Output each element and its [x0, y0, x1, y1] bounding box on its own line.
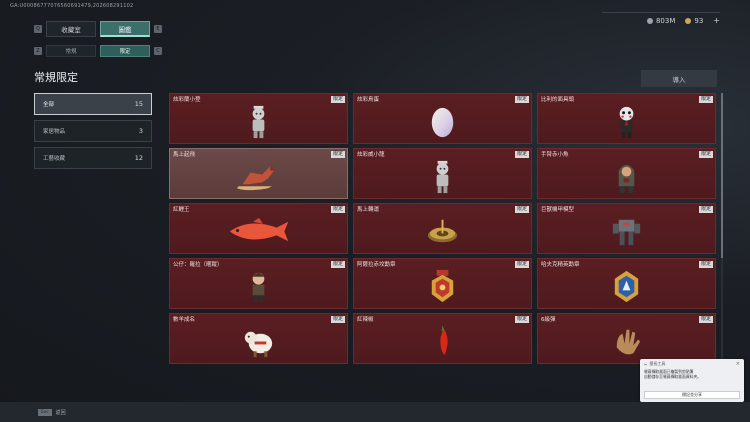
figure-icon	[170, 102, 347, 141]
subtab-limited-label: 限定	[119, 49, 131, 55]
bottom-bar: Esc 返回	[0, 402, 750, 422]
item-card[interactable]: 公仔：羅拉（暱蹤） 限定	[169, 258, 348, 309]
add-currency-button[interactable]: +	[713, 16, 720, 25]
toast-app-name: 擅長工具	[649, 361, 666, 366]
toast-close-icon[interactable]: ×	[736, 361, 740, 367]
subtab-regular-label: 常規	[65, 49, 77, 55]
category-count: 15	[134, 100, 143, 108]
category-label: 家居物品	[43, 129, 66, 135]
scrollbar-thumb[interactable]	[721, 93, 723, 258]
item-card[interactable]: 巨獸機甲模型 限定	[537, 203, 716, 254]
category-label: 工藝收藏	[43, 156, 66, 162]
item-card[interactable]: 炫彩鳥蛋 限定	[353, 93, 532, 144]
screenshot-toast: ✂ 擅長工具 × 螢幕擷取畫面已複製到剪貼簿 自動儲存至螢幕擷取畫面資料夾。 標…	[640, 359, 744, 402]
hoodie-icon	[538, 157, 715, 196]
item-card[interactable]: 炫彩蘭小登 限定	[169, 93, 348, 144]
page-title: 常規限定	[34, 71, 78, 84]
item-card[interactable]: 紅辣椒 限定	[353, 313, 532, 364]
category-all[interactable]: 全部 15	[34, 93, 152, 115]
doll-icon	[170, 267, 347, 306]
category-household[interactable]: 家居物品 3	[34, 120, 152, 142]
toast-body: 螢幕擷取畫面已複製到剪貼簿 自動儲存至螢幕擷取畫面資料夾。	[640, 369, 744, 379]
category-count: 12	[134, 154, 143, 162]
pepper-icon	[354, 322, 531, 361]
import-button[interactable]: 導入	[641, 70, 717, 87]
gold-amount: 93	[694, 16, 704, 25]
gold-coin-icon	[685, 17, 692, 24]
toast-line-2: 自動儲存至螢幕擷取畫面資料夾。	[644, 374, 701, 379]
sheep-icon	[170, 322, 347, 361]
tab-collection-room[interactable]: 收藏室	[46, 21, 96, 37]
scrollbar[interactable]	[721, 93, 723, 368]
medal-red-icon	[354, 267, 531, 306]
prev-subtab-key[interactable]: Z	[34, 47, 42, 55]
medal-blue-icon	[538, 267, 715, 306]
hand-icon	[538, 322, 715, 361]
category-count: 3	[138, 127, 143, 135]
mech-icon	[538, 212, 715, 251]
item-card[interactable]: 6級彈 限定	[537, 313, 716, 364]
currency-bar: 803M 93 +	[602, 12, 720, 28]
subtab-limited[interactable]: 限定	[100, 45, 150, 57]
toast-header: ✂ 擅長工具	[640, 359, 744, 369]
item-card[interactable]: 馬上起飛 限定	[169, 148, 348, 199]
user-uid: GA:U00086777076560691479,202608291102	[10, 3, 134, 9]
category-label: 全部	[43, 102, 55, 108]
silver-amount: 803M	[655, 16, 676, 25]
item-card[interactable]: 阿薩拉赤坟勳章 限定	[353, 258, 532, 309]
subtab-regular[interactable]: 常規	[46, 45, 96, 57]
category-crafts[interactable]: 工藝收藏 12	[34, 147, 152, 169]
main-tabs: Q 收藏室 圖鑑 E	[34, 21, 162, 37]
silver-currency: 803M	[646, 16, 676, 25]
back-label[interactable]: 返回	[56, 409, 66, 416]
item-card[interactable]: 手臂赤小魚 限定	[537, 148, 716, 199]
silver-coin-icon	[646, 17, 653, 24]
snip-icon: ✂	[644, 361, 648, 367]
esc-key-hint[interactable]: Esc	[38, 408, 52, 416]
prev-tab-key[interactable]: Q	[34, 25, 42, 33]
next-subtab-key[interactable]: C	[154, 47, 162, 55]
item-card[interactable]: 紅鯉王 限定	[169, 203, 348, 254]
item-grid: 炫彩蘭小登 限定 炫彩鳥蛋 限定 比利的面具頭 限定馬上起飛 限定 炫彩威小龍 限定 手臂赤小魚限…	[169, 93, 717, 364]
sub-tabs: Z 常規 限定 C	[34, 45, 162, 57]
egg-icon	[354, 102, 531, 141]
fish-icon	[170, 212, 347, 251]
item-card[interactable]: 比利的面具頭 限定	[537, 93, 716, 144]
item-card[interactable]: 炫彩威小龍 限定	[353, 148, 532, 199]
horse-icon	[170, 157, 347, 196]
category-list: 全部 15 家居物品 3 工藝收藏 12	[34, 93, 152, 174]
gold-currency: 93	[685, 17, 703, 25]
toast-share-button[interactable]: 標記並分享	[644, 391, 740, 399]
next-tab-key[interactable]: E	[154, 25, 162, 33]
item-card[interactable]: 數羊成名 限定	[169, 313, 348, 364]
puppet-icon	[538, 102, 715, 141]
figure-icon	[354, 157, 531, 196]
compass-icon	[354, 212, 531, 251]
item-card[interactable]: 哈夫克精英勳章 限定	[537, 258, 716, 309]
item-card[interactable]: 馬上轉運 限定	[353, 203, 532, 254]
tab-catalog[interactable]: 圖鑑	[100, 21, 150, 37]
